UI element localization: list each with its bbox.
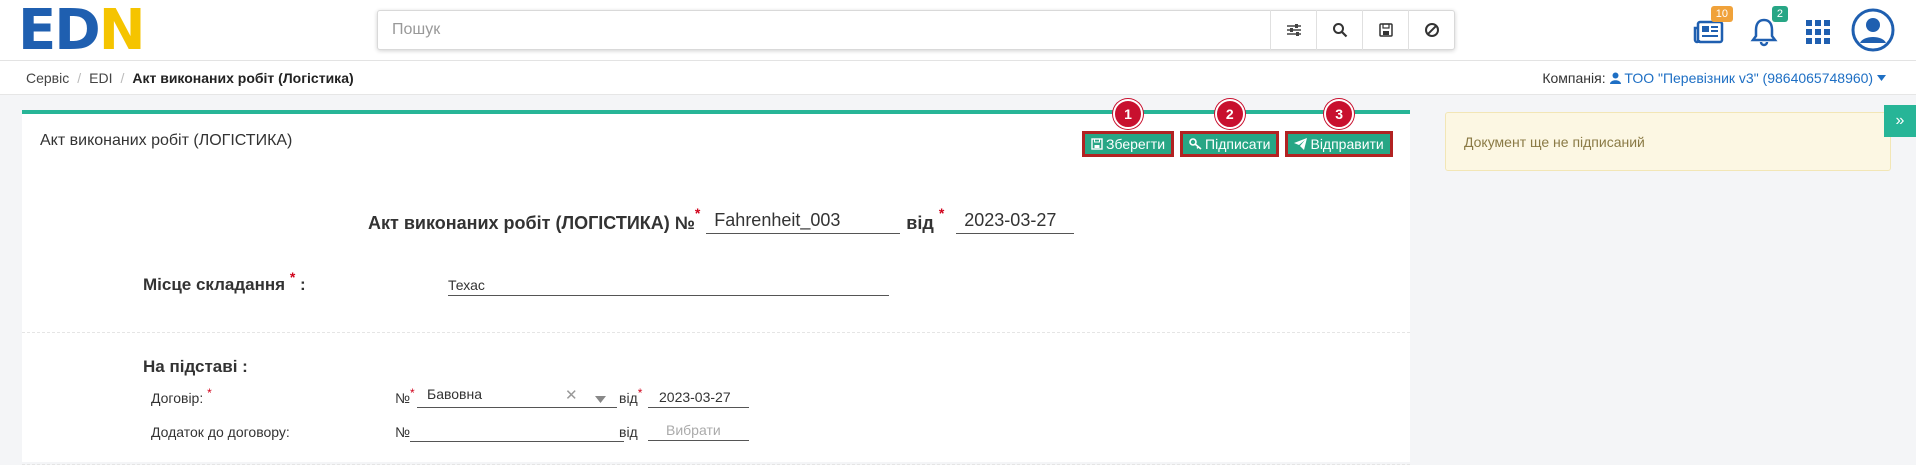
breadcrumb-current: Акт виконаних робіт (Логістика) (132, 70, 354, 86)
required-marker: * (938, 205, 945, 221)
sliders-icon (1286, 24, 1301, 36)
action-toolbar: 1 Зберегти 2 Підписати 3 Відправити (1082, 99, 1393, 157)
sign-button-label: Підписати (1205, 136, 1271, 152)
step-marker-2: 2 (1214, 99, 1245, 129)
sign-button[interactable]: 2 Підписати (1180, 99, 1280, 157)
search-button[interactable] (1316, 10, 1362, 50)
document-number-field[interactable]: Fahrenheit_003 (706, 210, 901, 234)
addendum-date-picker[interactable]: Вибрати (648, 422, 749, 441)
notifications-button[interactable]: 2 (1744, 6, 1788, 52)
search-bar (377, 10, 1455, 50)
breadcrumb-item-service[interactable]: Сервіс (26, 70, 69, 86)
company-name: ТОО "Перевізник v3" (9864065748960) (1624, 70, 1874, 86)
contract-select-value: Бавовна (427, 386, 482, 402)
step-marker-1: 1 (1113, 99, 1143, 129)
floppy-disk-icon (1091, 138, 1103, 150)
contract-date-label: від* (619, 386, 643, 406)
apps-menu-button[interactable] (1798, 12, 1838, 52)
company-selector: Компанія: ТОО "Перевізник v3" (986406574… (1542, 70, 1886, 86)
addendum-label: Додаток до договору: (151, 424, 290, 440)
place-label: Місце складання * : (143, 269, 306, 294)
clear-search-button[interactable] (1408, 10, 1454, 50)
breadcrumb-bar: Сервіс / EDI / Акт виконаних робіт (Логі… (0, 61, 1916, 95)
signature-status-text: Документ ще не підписаний (1464, 133, 1645, 150)
addendum-number-input[interactable] (410, 422, 624, 442)
step-marker-3: 3 (1324, 99, 1355, 129)
logo-text-n: N (98, 0, 146, 63)
ban-icon (1424, 23, 1439, 37)
card-title: Акт виконаних робіт (ЛОГІСТИКА) (40, 132, 293, 149)
save-search-button[interactable] (1362, 10, 1408, 50)
paper-plane-icon (1294, 138, 1308, 150)
edin-logo[interactable]: ED N (18, 0, 146, 63)
breadcrumb-separator: / (120, 70, 125, 86)
clear-icon[interactable]: ✕ (565, 386, 578, 404)
news-button[interactable]: 10 (1689, 6, 1733, 52)
document-header-row: Акт виконаних робіт (ЛОГІСТИКА) №* Fahre… (368, 205, 1075, 234)
user-icon (1609, 72, 1621, 84)
search-icon (1332, 23, 1347, 38)
save-button-label: Зберегти (1106, 136, 1166, 152)
basis-label: На підставі : (143, 357, 248, 376)
key-icon (1189, 138, 1202, 150)
logo-text-ed: ED (18, 0, 101, 63)
caret-down-icon (1877, 75, 1886, 81)
chevron-down-icon[interactable] (595, 390, 606, 406)
contract-date-field[interactable]: 2023-03-27 (648, 389, 749, 408)
breadcrumb-item-edi[interactable]: EDI (89, 70, 112, 86)
breadcrumb: Сервіс / EDI / Акт виконаних робіт (Логі… (26, 70, 354, 86)
addendum-date-label: від (619, 424, 638, 440)
breadcrumb-separator: / (77, 70, 82, 86)
send-button-label: Відправити (1310, 136, 1384, 152)
company-label: Компанія: (1542, 70, 1606, 86)
contract-number-sign: №* (395, 386, 415, 406)
document-card: Акт виконаних робіт (ЛОГІСТИКА) 1 Зберег… (22, 99, 1410, 465)
floppy-disk-icon (1378, 23, 1393, 37)
filter-settings-button[interactable] (1270, 10, 1316, 50)
section-divider (22, 332, 1410, 333)
send-button[interactable]: 3 Відправити (1285, 99, 1393, 157)
document-date-label: від * (906, 205, 945, 233)
notifications-badge: 2 (1771, 6, 1788, 22)
newspaper-icon (1693, 20, 1724, 44)
double-chevron-right-icon: » (1895, 112, 1905, 129)
required-marker: * (694, 205, 701, 221)
contract-label: Договір: * (151, 386, 212, 406)
grid-icon (1806, 20, 1830, 44)
place-input[interactable]: Техас (448, 277, 889, 296)
document-date-field[interactable]: 2023-03-27 (956, 210, 1075, 234)
top-header: EDN 10 2 (0, 0, 1916, 63)
contract-select[interactable]: Бавовна ✕ (417, 386, 617, 408)
signature-status-alert: Документ ще не підписаний (1445, 112, 1891, 171)
side-panel-toggle[interactable]: » (1884, 105, 1916, 137)
news-badge: 10 (1710, 6, 1733, 22)
save-button[interactable]: 1 Зберегти (1082, 99, 1175, 157)
addendum-number-sign: № (395, 424, 411, 440)
document-title-label: Акт виконаних робіт (ЛОГІСТИКА) №* (368, 205, 701, 233)
user-avatar-button[interactable] (1850, 7, 1896, 53)
user-avatar-icon (1851, 8, 1895, 52)
search-input[interactable] (378, 11, 1270, 49)
company-dropdown[interactable]: ТОО "Перевізник v3" (9864065748960) (1609, 70, 1886, 86)
